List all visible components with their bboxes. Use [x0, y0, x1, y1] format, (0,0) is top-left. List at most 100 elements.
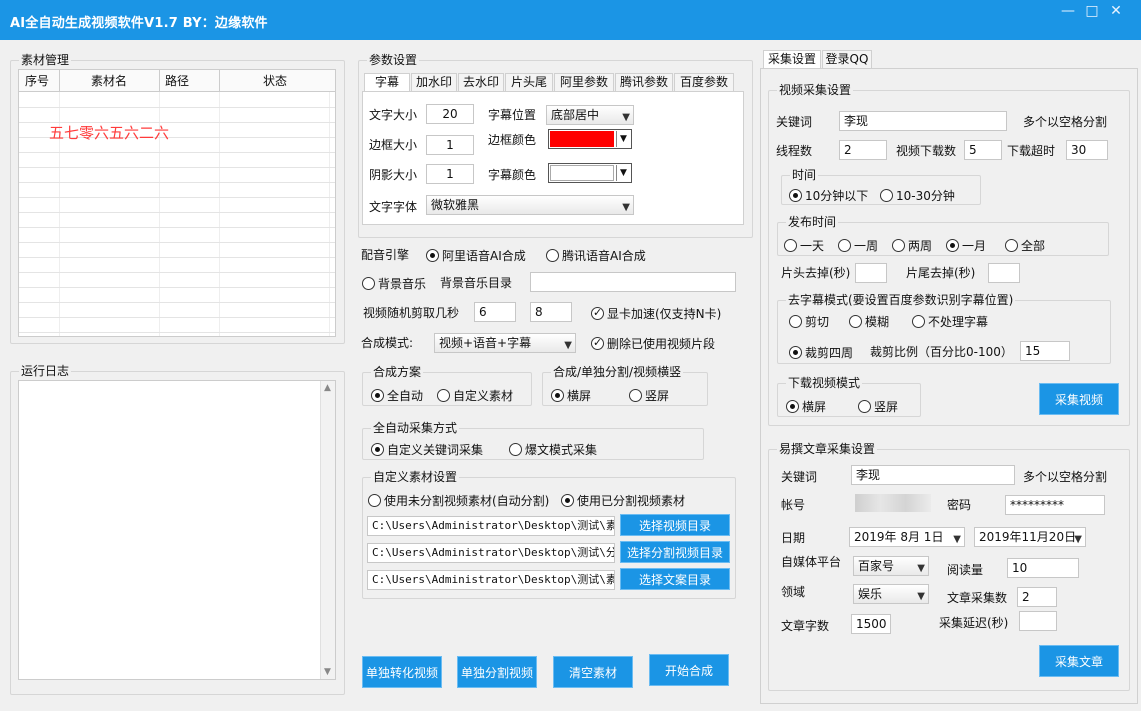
plan-auto-option[interactable]: 全自动	[371, 387, 423, 404]
autocollect-keyword-option[interactable]: 自定义关键词采集	[371, 441, 483, 458]
orientation-portrait-option[interactable]: 竖屏	[629, 387, 669, 404]
bgm-option[interactable]: 背景音乐	[362, 275, 426, 292]
threads-label: 线程数	[776, 144, 813, 158]
duration-under10-option[interactable]: 10分钟以下	[789, 187, 868, 204]
tab-tencent-params[interactable]: 腾讯参数	[615, 73, 673, 91]
select-video-dir-button[interactable]: 选择视频目录	[620, 514, 730, 536]
password-input[interactable]: *********	[1005, 495, 1105, 515]
maximize-icon[interactable]: □	[1081, 2, 1103, 20]
shadow-size-input[interactable]: 1	[426, 164, 474, 184]
word-count-input[interactable]: 1500	[851, 614, 891, 634]
sub-none-option[interactable]: 不处理字幕	[912, 313, 988, 330]
tab-remove-watermark[interactable]: 去水印	[458, 73, 504, 91]
article-count-input[interactable]: 2	[1017, 587, 1057, 607]
download-count-input[interactable]: 5	[964, 140, 1002, 160]
tab-collect-settings[interactable]: 采集设置	[763, 50, 821, 68]
log-textarea[interactable]: ▲ ▼	[18, 380, 336, 680]
chevron-down-icon: ▼	[564, 340, 572, 351]
clear-material-button[interactable]: 清空素材	[553, 656, 633, 688]
check-icon	[591, 306, 604, 320]
scroll-up-icon[interactable]: ▲	[324, 383, 331, 393]
column-header-name[interactable]: 素材名	[91, 73, 127, 89]
scroll-down-icon[interactable]: ▼	[324, 667, 331, 677]
log-legend: 运行日志	[19, 364, 72, 378]
orientation-landscape-option[interactable]: 横屏	[551, 387, 591, 404]
tab-add-watermark[interactable]: 加水印	[411, 73, 457, 91]
split-video-dir-input[interactable]: C:\Users\Administrator\Desktop\测试\分割\	[367, 543, 615, 563]
params-legend: 参数设置	[367, 53, 420, 67]
publish-all-option[interactable]: 全部	[1005, 237, 1045, 254]
mode-label: 合成模式:	[361, 336, 414, 350]
select-split-video-dir-button[interactable]: 选择分割视频目录	[620, 541, 730, 563]
tab-ali-params[interactable]: 阿里参数	[554, 73, 614, 91]
autocollect-viral-option[interactable]: 爆文模式采集	[509, 441, 597, 458]
use-unsplit-label: 使用未分割视频素材(自动分割)	[384, 494, 550, 508]
platform-select[interactable]: 百家号 ▼	[853, 556, 929, 576]
crop-ratio-input[interactable]: 15	[1020, 341, 1070, 361]
chevron-down-icon: ▼	[616, 165, 630, 181]
copy-dir-input[interactable]: C:\Users\Administrator\Desktop\测试\素材\	[367, 570, 615, 590]
publish-day-option[interactable]: 一天	[784, 237, 824, 254]
sub-blur-option[interactable]: 模糊	[849, 313, 889, 330]
field-select[interactable]: 娱乐 ▼	[853, 584, 929, 604]
collect-video-button[interactable]: 采集视频	[1039, 383, 1119, 415]
reads-input[interactable]: 10	[1007, 558, 1079, 578]
download-timeout-input[interactable]: 30	[1066, 140, 1108, 160]
dl-landscape-option[interactable]: 横屏	[786, 398, 826, 415]
use-split-option[interactable]: 使用已分割视频素材	[561, 492, 685, 509]
column-header-status[interactable]: 状态	[263, 73, 287, 89]
threads-input[interactable]: 2	[839, 140, 887, 160]
publish-month-option[interactable]: 一月	[946, 237, 986, 254]
plan-custom-option[interactable]: 自定义素材	[437, 387, 513, 404]
delete-used-checkbox[interactable]: 删除已使用视频片段	[591, 335, 715, 352]
sub-cut-option[interactable]: 剪切	[789, 313, 829, 330]
material-table[interactable]: 序号 素材名 路径 状态 五七零六五六二六	[18, 69, 336, 337]
split-video-button[interactable]: 单独分割视频	[457, 656, 537, 688]
collect-article-button[interactable]: 采集文章	[1039, 645, 1119, 677]
tab-subtitle[interactable]: 字幕	[364, 73, 410, 91]
publish-2weeks-option[interactable]: 两周	[892, 237, 932, 254]
plan-auto-label: 全自动	[387, 389, 424, 403]
tab-baidu-params[interactable]: 百度参数	[674, 73, 734, 91]
font-size-input[interactable]: 20	[426, 104, 474, 124]
tab-intro-outro[interactable]: 片头尾	[505, 73, 553, 91]
mode-select[interactable]: 视频+语音+字幕 ▼	[434, 333, 576, 353]
publish-week-option[interactable]: 一周	[838, 237, 878, 254]
video-dir-input[interactable]: C:\Users\Administrator\Desktop\测试\素材\	[367, 516, 615, 536]
close-icon[interactable]: ✕	[1105, 2, 1127, 20]
head-cut-input[interactable]	[855, 263, 887, 283]
bgm-dir-input[interactable]	[530, 272, 736, 292]
border-size-input[interactable]: 1	[426, 135, 474, 155]
head-cut-label: 片头去掉(秒)	[781, 266, 851, 280]
date-from-picker[interactable]: 2019年 8月 1日 ▼	[849, 527, 965, 547]
column-header-index[interactable]: 序号	[25, 73, 49, 89]
convert-video-button[interactable]: 单独转化视频	[362, 656, 442, 688]
select-copy-dir-button[interactable]: 选择文案目录	[620, 568, 730, 590]
use-unsplit-option[interactable]: 使用未分割视频素材(自动分割)	[368, 492, 549, 509]
dl-portrait-option[interactable]: 竖屏	[858, 398, 898, 415]
ac-keyword-input[interactable]: 李现	[851, 465, 1015, 485]
position-select[interactable]: 底部居中 ▼	[546, 105, 634, 125]
tail-cut-input[interactable]	[988, 263, 1020, 283]
font-family-select[interactable]: 微软雅黑 ▼	[426, 195, 634, 215]
material-group: 素材管理 序号 素材名 路径 状态 五七零六五六二六	[10, 53, 345, 344]
gpu-accel-checkbox[interactable]: 显卡加速(仅支持N卡)	[591, 305, 721, 322]
minimize-icon[interactable]: —	[1057, 2, 1079, 20]
voice-tencent-option[interactable]: 腾讯语音AI合成	[546, 247, 646, 264]
check-icon	[591, 336, 604, 350]
text-color-picker[interactable]: ▼	[548, 163, 632, 183]
random-cut-min-input[interactable]: 6	[474, 302, 516, 322]
tab-login-qq[interactable]: 登录QQ	[822, 50, 872, 68]
crop-around-option[interactable]: 裁剪四周	[789, 344, 853, 361]
date-to-picker[interactable]: 2019年11月20日 ▼	[974, 527, 1086, 547]
vc-keyword-input[interactable]: 李现	[839, 111, 1007, 131]
column-header-path[interactable]: 路径	[165, 73, 189, 89]
voice-ali-option[interactable]: 阿里语音AI合成	[426, 247, 526, 264]
random-cut-max-input[interactable]: 8	[530, 302, 572, 322]
account-input-masked[interactable]	[855, 494, 931, 512]
delay-input[interactable]	[1019, 611, 1057, 631]
log-scrollbar[interactable]: ▲ ▼	[320, 381, 335, 679]
start-compose-button[interactable]: 开始合成	[649, 654, 729, 686]
duration-10to30-option[interactable]: 10-30分钟	[880, 187, 955, 204]
border-color-picker[interactable]: ▼	[548, 129, 632, 149]
